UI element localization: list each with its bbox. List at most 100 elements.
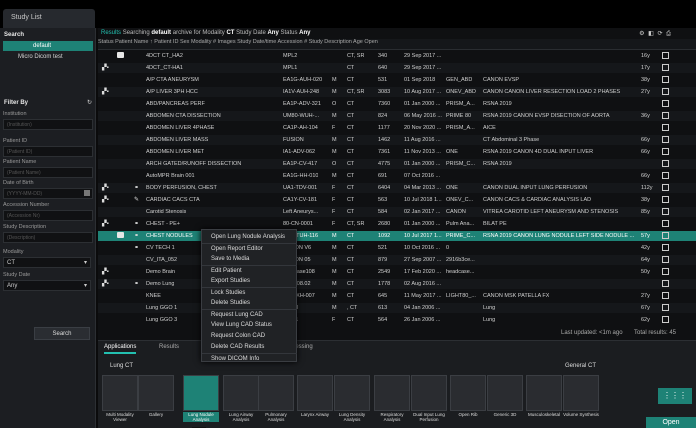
table-row[interactable]: ⚭ CHEST NODULES VI80-TUH-116 M CT 1092 10 Jul … [98, 231, 696, 241]
table-row[interactable]: Carotid Stenosis Left Aneurys... F CT 584 02 … [98, 207, 696, 217]
open-study-icon[interactable] [662, 52, 669, 59]
col-study-date[interactable]: Study Date/time [237, 39, 276, 45]
col-patient-id[interactable]: Patient ID [154, 39, 178, 45]
patient-name-input[interactable]: (Patient Name) [3, 167, 93, 178]
menu-item[interactable]: Lock Studies [202, 287, 297, 297]
open-study-icon[interactable] [662, 76, 669, 83]
col-status[interactable]: Status [98, 39, 114, 45]
table-row[interactable]: ARCH GATED/RUNOFF DISSECTION EA1P-CV-417 O… [98, 159, 696, 169]
menu-item[interactable]: Delete Studies [202, 298, 297, 308]
table-row[interactable]: ▞▪ 4DCT_CT-HA1 MPL1 CT 640 29 Sep 2017 ... 17y [98, 63, 696, 73]
open-study-icon[interactable] [662, 196, 669, 203]
open-study-icon[interactable] [662, 112, 669, 119]
table-row[interactable]: CV_ITA_052CANON 05MCT87927 Sep 2007 ...2… [98, 255, 696, 265]
open-study-icon[interactable] [662, 208, 669, 215]
open-study-icon[interactable] [662, 268, 669, 275]
table-row[interactable]: KNEE IA80-XH-007 M CT 645 11 May 2017 ... LIGH… [98, 291, 696, 301]
study-date-select[interactable]: Any ▾ [3, 280, 91, 291]
col-description[interactable]: Study Description [309, 39, 352, 45]
app-tile[interactable]: Respiratory Analysis [374, 375, 410, 428]
dob-input[interactable]: (YYYY-MM-DD) [3, 188, 93, 199]
table-row[interactable]: ABDOMEN LIVER 4PHASE CA1P-AH-104 F CT 1177 20… [98, 123, 696, 133]
menu-item[interactable]: Save to Media [202, 254, 297, 264]
sidebar-item-default[interactable]: default [3, 41, 93, 51]
table-row[interactable]: ABDOMEN CTA DISSECTION UM80-WUH-... M CT 824… [98, 111, 696, 121]
table-row[interactable]: Lung GGO 114103M, CT61304 Jan 2006 ...Lu… [98, 303, 696, 313]
app-tile[interactable]: Open Rib [450, 375, 486, 428]
open-study-icon[interactable] [662, 280, 669, 287]
app-tile[interactable]: Volume Synthesis [563, 375, 599, 428]
tab-study-list[interactable]: Study List [3, 9, 95, 28]
open-study-icon[interactable] [662, 304, 669, 311]
table-row[interactable]: ⚭ CV TECH 1 CANON V6 M CT 521 10 Oct 2016 ... 0… [98, 243, 696, 253]
open-study-icon[interactable] [662, 136, 669, 143]
open-study-icon[interactable] [662, 232, 669, 239]
col-modality[interactable]: Modality [191, 39, 211, 45]
institution-input[interactable]: (Institution) [3, 119, 93, 130]
open-study-icon[interactable] [662, 256, 669, 263]
menu-item[interactable]: Edit Patient [202, 265, 297, 275]
table-row[interactable]: ▞▪ Demo Brain readcase108 M CT 2549 17 Feb 202… [98, 267, 696, 277]
study-desc-input[interactable]: (Description) [3, 232, 93, 243]
open-study-icon[interactable] [662, 148, 669, 155]
table-row[interactable]: A/P CTA ANEURYSM EA1G-AUH-020 M CT 531 01 Sep… [98, 75, 696, 85]
app-tile[interactable]: Gallery [138, 375, 174, 428]
table-row[interactable]: ▞▪ ⚭ CHEST - PE+ 80-CN-0001 F CT, SR 2680 01 Ja… [98, 219, 696, 229]
open-button[interactable]: Open [646, 417, 696, 428]
table-row[interactable]: Lung GGO 324001FCT56426 Jan 2006 ...Lung… [98, 315, 696, 325]
app-tile[interactable]: Lung Airway Analysis [223, 375, 259, 428]
menu-item[interactable]: Export Studies [202, 276, 297, 286]
table-row[interactable]: AutoMPR Brain 001 EA1G-HH-010 M CT 691 07 Oct… [98, 171, 696, 181]
col-patient-name[interactable]: Patient Name ↑ [115, 39, 153, 45]
tab-applications[interactable]: Applications [104, 344, 137, 354]
app-tile[interactable]: Multi Modality Viewer [102, 375, 138, 428]
col-open[interactable]: Open [364, 39, 377, 45]
table-row[interactable]: ▞▪ A/P LIVER 3PH HCC IA1V-AUH-248 M CT, SR 30… [98, 87, 696, 97]
open-study-icon[interactable] [662, 64, 669, 71]
menu-item[interactable]: Open Lung Nodule Analysis [202, 232, 297, 242]
open-study-icon[interactable] [662, 244, 669, 251]
table-row[interactable]: ▞▪⚭Demo Lung2016.08.02MCT177802 Aug 2016… [98, 279, 696, 289]
open-study-icon[interactable] [662, 316, 669, 323]
table-row[interactable]: ABDOMEN LIVER MET IA1-ADV-062 M CT 7361 11 No… [98, 147, 696, 157]
tab-results[interactable]: Results [159, 344, 179, 354]
open-study-icon[interactable] [662, 184, 669, 191]
open-study-icon[interactable] [662, 88, 669, 95]
table-row[interactable]: ABDOMEN LIVER MASS FUSION M CT 1462 11 Aug 20… [98, 135, 696, 145]
open-study-icon[interactable] [662, 160, 669, 167]
menu-item[interactable]: Request Colon CAD [202, 331, 297, 341]
app-tile[interactable]: Lung Nodule Analysis1095 [183, 375, 219, 428]
col-age[interactable]: Age [353, 39, 363, 45]
menu-item[interactable]: Show DICOM Info [202, 353, 297, 363]
search-button[interactable]: Search [34, 327, 90, 340]
modality-select[interactable]: CT ▾ [3, 257, 91, 268]
table-row[interactable]: 4DCT CT_HA2 MPL2 CT, SR 340 29 Sep 2017 ... 1… [98, 51, 696, 61]
calendar-icon[interactable] [84, 190, 90, 196]
open-study-icon[interactable] [662, 100, 669, 107]
app-tile[interactable]: Musculoskeletal [526, 375, 562, 428]
open-study-icon[interactable] [662, 220, 669, 227]
patient-id-input[interactable]: (Patient ID) [3, 146, 93, 157]
app-tile[interactable]: Larynx Airway [297, 375, 333, 428]
toolbar-icons[interactable]: ⚙ ◧ ⟳ ⎙ [639, 30, 672, 38]
table-row[interactable]: ABD/PANCREAS PERF EA1P-ADV-321 O CT 7360 01 J… [98, 99, 696, 109]
open-study-icon[interactable] [662, 172, 669, 179]
app-tile[interactable]: Pulmonary Analysis [258, 375, 294, 428]
col-accession[interactable]: Accession # [278, 39, 308, 45]
app-tile[interactable]: Generic 3D [487, 375, 523, 428]
menu-item[interactable]: Open Report Editor [202, 243, 297, 253]
table-row[interactable]: ▞▪ ⚭ BODY PERFUSION, CHEST UA1-TDV-001 F CT 64… [98, 183, 696, 193]
table-row[interactable]: ▞▪ ✎ CARDIAC CACS CTA CA1Y-CV-181 F CT 563 10 J… [98, 195, 696, 205]
menu-item[interactable]: Request Lung CAD [202, 309, 297, 319]
open-study-icon[interactable] [662, 124, 669, 131]
accession-input[interactable]: (Accession Nr) [3, 210, 93, 221]
grid-view-button[interactable]: ⋮⋮⋮ [658, 388, 692, 404]
sidebar-item-micro-dicom[interactable]: Micro Dicom test [3, 52, 93, 62]
app-tile[interactable]: Dual Input Lung Perfusion [411, 375, 447, 428]
open-study-icon[interactable] [662, 292, 669, 299]
menu-item[interactable]: View Lung CAD Status [202, 320, 297, 330]
reset-icon[interactable]: ↻ [87, 99, 92, 106]
app-tile[interactable]: Lung Density Analysis [334, 375, 370, 428]
menu-item[interactable]: Delete CAD Results [202, 342, 297, 352]
col-images[interactable]: # Images [213, 39, 236, 45]
